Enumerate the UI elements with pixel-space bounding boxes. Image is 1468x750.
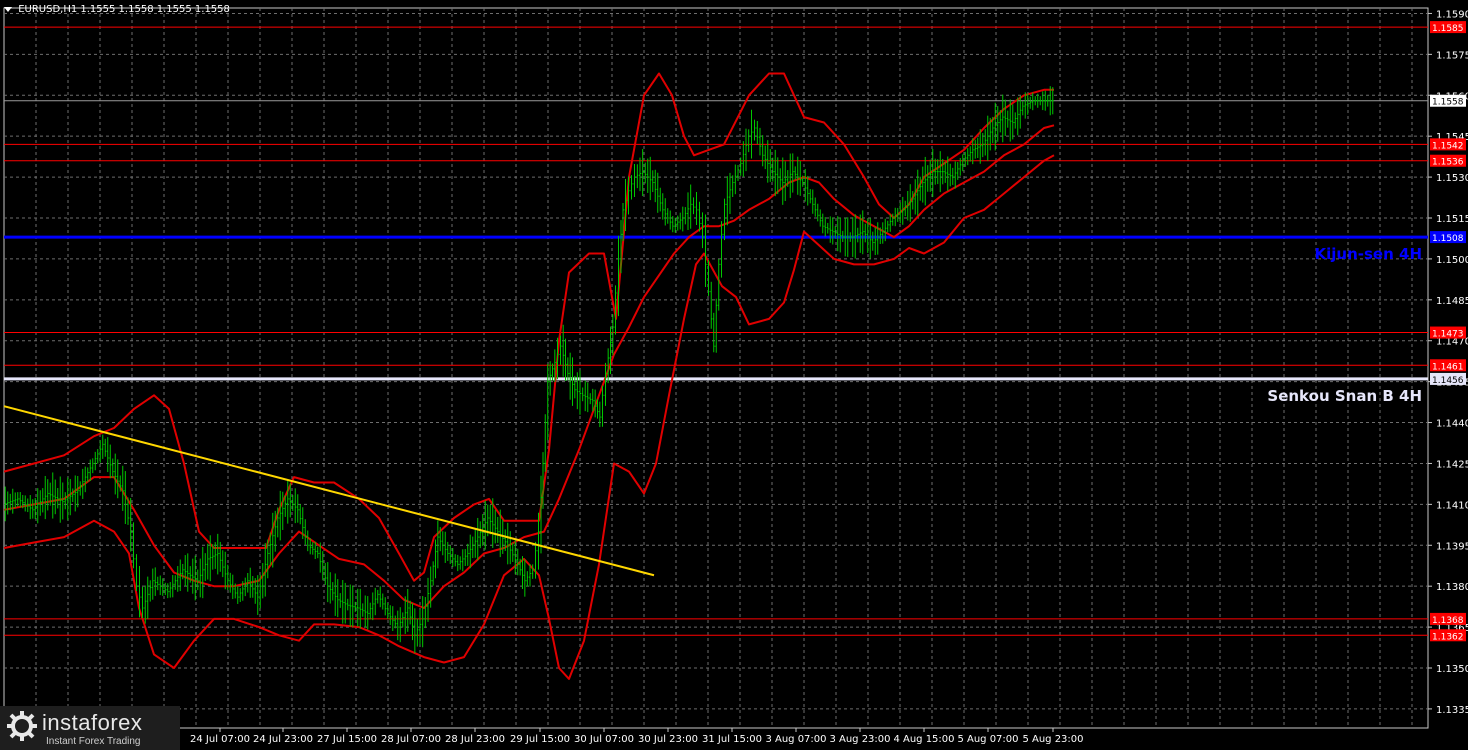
kijun-label: Kijun-sen 4H — [1315, 245, 1422, 263]
brand-name: instaforex — [42, 710, 143, 735]
gear-icon — [7, 711, 37, 741]
y-tick-label: 1.1425 — [1436, 459, 1468, 470]
y-tick-label: 1.1395 — [1436, 541, 1468, 552]
y-tick-label: 1.1575 — [1436, 50, 1468, 61]
ohlc-values: 1.1555 1.1558 1.1555 1.1558 — [80, 4, 230, 15]
level-tag-label: 1.1536 — [1432, 158, 1464, 168]
x-tick-label: 3 Aug 07:00 — [765, 734, 826, 745]
x-tick-label: 29 Jul 15:00 — [510, 734, 570, 745]
x-tick-label: 5 Aug 23:00 — [1022, 734, 1083, 745]
x-tick-label: 30 Jul 23:00 — [638, 734, 698, 745]
y-tick-label: 1.1530 — [1436, 173, 1468, 184]
x-tick-label: 31 Jul 15:00 — [702, 734, 762, 745]
senkou-tag-label: 1.1456 — [1432, 376, 1464, 386]
y-tick-label: 1.1590 — [1436, 9, 1468, 20]
y-tick-label: 1.1335 — [1436, 705, 1468, 716]
y-tick-label: 1.1350 — [1436, 664, 1468, 675]
x-tick-label: 5 Aug 07:00 — [957, 734, 1018, 745]
current-price-tag-label: 1.1558 — [1432, 98, 1464, 108]
chart-background — [0, 0, 1468, 750]
symbol-label: EURUSD,H1 — [18, 4, 78, 15]
y-tick-label: 1.1380 — [1436, 582, 1468, 593]
senkou-label: Senkou Snan B 4H — [1267, 387, 1422, 405]
y-tick-label: 1.1500 — [1436, 255, 1468, 266]
x-tick-label: 28 Jul 07:00 — [381, 734, 441, 745]
dropdown-triangle-icon[interactable] — [4, 6, 12, 12]
level-tag-label: 1.1368 — [1432, 616, 1464, 626]
x-tick-label: 28 Jul 23:00 — [445, 734, 505, 745]
kijun-tag-label: 1.1508 — [1432, 234, 1464, 244]
x-tick-label: 24 Jul 23:00 — [253, 734, 313, 745]
eurusd-chart[interactable]: Kijun-sen 4H Senkou Snan B 4H 1.1590 1.157… — [0, 0, 1468, 750]
chart-header: EURUSD,H1 1.1555 1.1558 1.1555 1.1558 — [4, 4, 230, 15]
level-tag-label: 1.1473 — [1432, 330, 1464, 340]
y-tick-label: 1.1515 — [1436, 214, 1468, 225]
y-tick-label: 1.1440 — [1436, 419, 1468, 430]
y-tick-label: 1.1485 — [1436, 296, 1468, 307]
x-tick-label: 4 Aug 15:00 — [893, 734, 954, 745]
x-tick-label: 30 Jul 07:00 — [574, 734, 634, 745]
level-tag-label: 1.1362 — [1432, 632, 1464, 642]
level-tag-label: 1.1585 — [1432, 24, 1464, 34]
x-tick-label: 27 Jul 15:00 — [317, 734, 377, 745]
x-tick-label: 3 Aug 23:00 — [829, 734, 890, 745]
level-tag-label: 1.1461 — [1432, 362, 1464, 372]
x-tick-label: 24 Jul 07:00 — [190, 734, 250, 745]
brand-tagline: Instant Forex Trading — [46, 736, 141, 747]
y-tick-label: 1.1410 — [1436, 500, 1468, 511]
brand-logo: instaforex Instant Forex Trading — [0, 706, 180, 750]
level-tag-label: 1.1542 — [1432, 141, 1464, 151]
